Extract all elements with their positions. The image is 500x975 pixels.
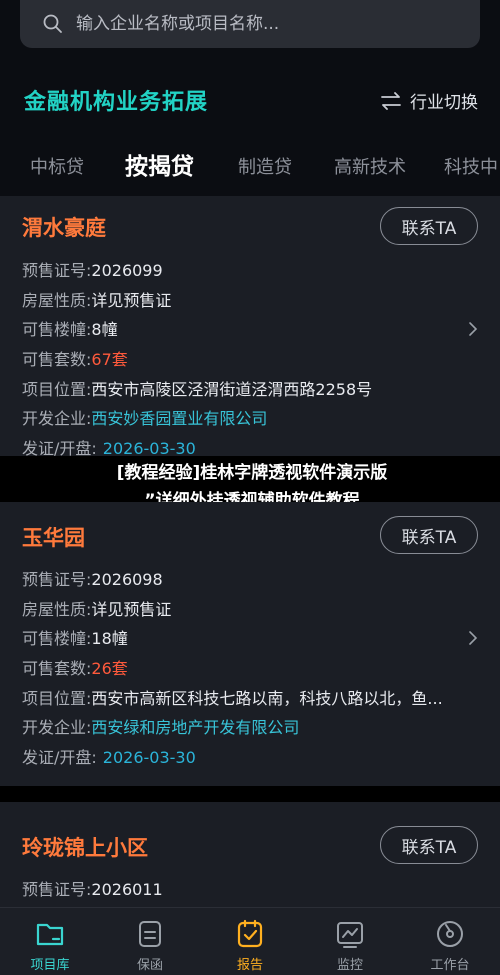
contact-button[interactable]: 联系TA bbox=[380, 826, 478, 864]
location-row: 项目位置:西安市高新区科技七路以南，科技八路以北，鱼... bbox=[22, 688, 443, 710]
buildings-value: 8幢 bbox=[91, 320, 118, 339]
search-input[interactable] bbox=[76, 14, 436, 34]
presale-row: 预售证号:2026099 bbox=[22, 260, 163, 282]
project-name: 玉华园 bbox=[22, 526, 85, 550]
project-name: 渭水豪庭 bbox=[22, 216, 106, 240]
units-row: 可售套数:67套 bbox=[22, 349, 128, 371]
presale-row: 预售证号:2026011 bbox=[22, 879, 163, 901]
nature-row: 房屋性质:详见预售证 bbox=[22, 290, 171, 312]
nature-value: 详见预售证 bbox=[91, 291, 172, 310]
industry-switch-button[interactable]: 行业切换 bbox=[380, 88, 478, 113]
search-bar[interactable] bbox=[20, 0, 480, 48]
presale-value: 2026011 bbox=[91, 880, 163, 899]
tab-kejizhong[interactable]: 科技中 bbox=[444, 153, 498, 179]
units-value: 67套 bbox=[91, 350, 128, 369]
buildings-row: 可售楼幢:8幢 bbox=[22, 319, 118, 341]
presale-label: 预售证号: bbox=[22, 570, 92, 589]
project-card[interactable]: 玲珑锦上小区 联系TA 预售证号:2026011 bbox=[0, 802, 500, 907]
tab-gaoxinjishu[interactable]: 高新技术 bbox=[334, 153, 406, 179]
nav-project-library[interactable]: 项目库 bbox=[0, 908, 100, 975]
location-value: 西安市高新区科技七路以南，科技八路以北，鱼... bbox=[91, 689, 443, 708]
units-label: 可售套数: bbox=[22, 659, 92, 678]
tab-zhizaodai[interactable]: 制造贷 bbox=[238, 153, 292, 179]
project-card[interactable]: 渭水豪庭 联系TA 预售证号:2026099 房屋性质:详见预售证 可售楼幢:8… bbox=[0, 196, 500, 472]
project-name: 玲珑锦上小区 bbox=[22, 836, 148, 860]
nature-value: 详见预售证 bbox=[91, 600, 172, 619]
app-screen: 金融机构业务拓展 行业切换 中标贷 按揭贷 制造贷 高新技术 科技中 渭水豪庭 … bbox=[0, 0, 500, 975]
issue-value: 2026-03-30 bbox=[102, 748, 196, 767]
section-header: 金融机构业务拓展 行业切换 bbox=[0, 78, 500, 126]
bottom-navigation: 项目库 保函 报告 监控 工作台 bbox=[0, 907, 500, 975]
category-tabs: 中标贷 按揭贷 制造贷 高新技术 科技中 bbox=[0, 145, 500, 191]
buildings-label: 可售楼幢: bbox=[22, 629, 92, 648]
developer-link[interactable]: 西安绿和房地产开发有限公司 bbox=[91, 718, 299, 737]
tab-zhongbiaodai[interactable]: 中标贷 bbox=[30, 153, 84, 179]
units-value: 26套 bbox=[91, 659, 128, 678]
nature-row: 房屋性质:详见预售证 bbox=[22, 599, 171, 621]
nature-label: 房屋性质: bbox=[22, 291, 92, 310]
chevron-right-icon[interactable] bbox=[468, 321, 478, 337]
nav-label: 项目库 bbox=[30, 958, 70, 973]
units-row: 可售套数:26套 bbox=[22, 658, 128, 680]
document-icon bbox=[139, 921, 161, 947]
developer-row: 开发企业:西安绿和房地产开发有限公司 bbox=[22, 717, 299, 739]
industry-switch-label: 行业切换 bbox=[410, 93, 478, 113]
card-divider bbox=[0, 786, 500, 802]
developer-row: 开发企业:西安妙香园置业有限公司 bbox=[22, 408, 267, 430]
buildings-label: 可售楼幢: bbox=[22, 320, 92, 339]
location-row: 项目位置:西安市高陵区泾渭街道泾渭西路2258号 bbox=[22, 379, 372, 401]
contact-button[interactable]: 联系TA bbox=[380, 207, 478, 245]
nav-label: 报告 bbox=[236, 958, 263, 973]
section-title: 金融机构业务拓展 bbox=[24, 90, 209, 115]
nav-workbench[interactable]: 工作台 bbox=[400, 908, 500, 975]
location-label: 项目位置: bbox=[22, 380, 92, 399]
presale-value: 2026099 bbox=[91, 261, 163, 280]
contact-button[interactable]: 联系TA bbox=[380, 516, 478, 554]
issue-label: 发证/开盘: bbox=[22, 748, 97, 767]
presale-value: 2026098 bbox=[91, 570, 163, 589]
folder-icon bbox=[36, 923, 64, 946]
developer-label: 开发企业: bbox=[22, 718, 92, 737]
nature-label: 房屋性质: bbox=[22, 600, 92, 619]
location-label: 项目位置: bbox=[22, 689, 92, 708]
project-card[interactable]: 玉华园 联系TA 预售证号:2026098 房屋性质:详见预售证 可售楼幢:18… bbox=[0, 502, 500, 786]
location-value: 西安市高陵区泾渭街道泾渭西路2258号 bbox=[91, 380, 373, 399]
search-icon bbox=[43, 14, 62, 33]
units-label: 可售套数: bbox=[22, 350, 92, 369]
nav-label: 监控 bbox=[336, 958, 363, 973]
chevron-right-icon[interactable] bbox=[468, 630, 478, 646]
monitor-chart-icon bbox=[337, 922, 363, 948]
nav-report[interactable]: 报告 bbox=[200, 908, 300, 975]
developer-link[interactable]: 西安妙香园置业有限公司 bbox=[91, 409, 267, 428]
nav-monitor[interactable]: 监控 bbox=[300, 908, 400, 975]
buildings-value: 18幢 bbox=[91, 629, 128, 648]
report-check-icon bbox=[237, 919, 263, 948]
nav-guarantee[interactable]: 保函 bbox=[100, 908, 200, 975]
buildings-row: 可售楼幢:18幢 bbox=[22, 628, 128, 650]
presale-label: 预售证号: bbox=[22, 880, 92, 899]
swap-icon bbox=[381, 91, 401, 110]
developer-label: 开发企业: bbox=[22, 409, 92, 428]
presale-label: 预售证号: bbox=[22, 261, 92, 280]
nav-label: 保函 bbox=[136, 958, 163, 973]
presale-row: 预售证号:2026098 bbox=[22, 569, 163, 591]
nav-label: 工作台 bbox=[430, 958, 470, 973]
banner-line-1: [教程经验]桂林字牌透视软件演示版 bbox=[116, 463, 388, 483]
issue-row: 发证/开盘: 2026-03-30 bbox=[22, 747, 196, 769]
tab-anjiedai[interactable]: 按揭贷 bbox=[125, 147, 194, 181]
dial-icon bbox=[437, 921, 463, 947]
